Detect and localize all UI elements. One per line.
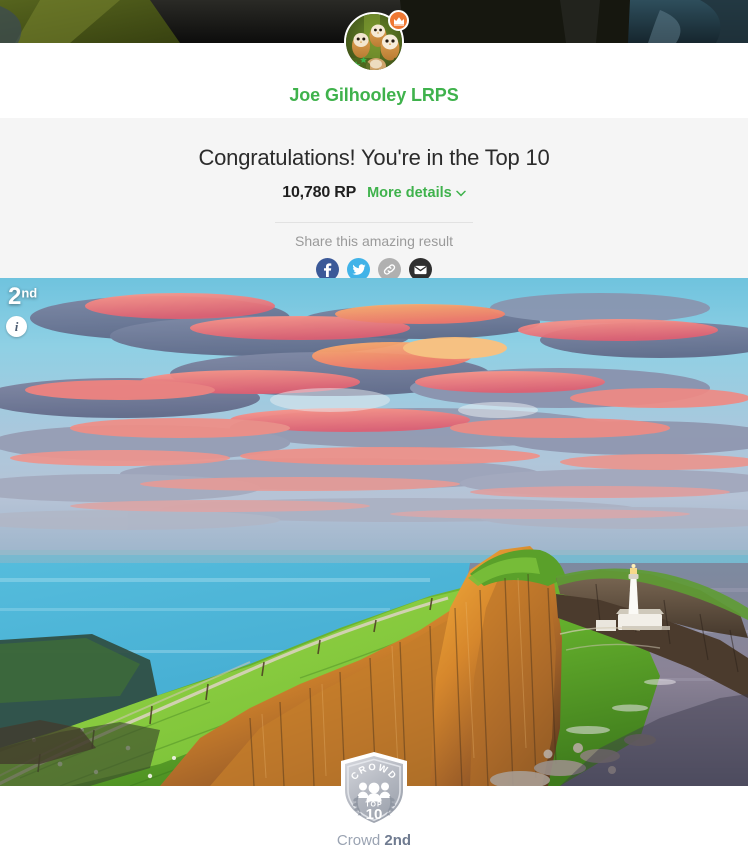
rank-overlay: 2nd xyxy=(8,285,37,309)
rp-row: 10,780 RP More details xyxy=(0,184,748,202)
congratulations-headline: Congratulations! You're in the Top 10 xyxy=(198,145,550,170)
chevron-down-icon xyxy=(455,185,466,201)
more-details-label: More details xyxy=(367,185,452,201)
avatar-wrapper[interactable] xyxy=(344,10,409,72)
crowd-caption-prefix: Crowd xyxy=(336,832,385,849)
rp-value: 10,780 RP xyxy=(282,184,357,201)
more-details-button[interactable]: More details xyxy=(367,185,466,201)
profile-name[interactable]: Joe Gilhooley LRPS xyxy=(0,85,748,106)
email-icon xyxy=(414,265,427,274)
crown-icon xyxy=(393,16,404,26)
rank-number: 2 xyxy=(8,283,22,310)
shield-badge-art: CROWD TOP 10 xyxy=(341,752,407,827)
stars-decoration xyxy=(346,50,372,70)
crowd-caption-rank: 2nd xyxy=(384,832,412,849)
link-icon xyxy=(383,264,396,275)
entry-photo[interactable]: 2nd i xyxy=(0,278,748,786)
profile-card: Joe Gilhooley LRPS xyxy=(0,10,748,118)
section-divider xyxy=(275,222,473,223)
facebook-icon xyxy=(324,262,332,277)
crowd-top-10-shield-badge: CROWD TOP 10 xyxy=(337,750,411,830)
star-icon xyxy=(346,56,367,70)
rank-suffix: nd xyxy=(21,285,38,301)
result-panel: Congratulations! You're in the Top 10 10… xyxy=(0,118,748,281)
crowd-caption: Crowd 2nd xyxy=(0,832,748,849)
badge-top-number: 10 xyxy=(366,806,383,823)
info-icon[interactable]: i xyxy=(6,316,27,337)
entry-photo-art xyxy=(0,278,748,786)
results-page: Joe Gilhooley LRPS Congratulations! You'… xyxy=(0,0,748,855)
share-label: Share this amazing result xyxy=(295,233,453,249)
crown-badge xyxy=(388,10,409,31)
twitter-icon xyxy=(351,263,366,275)
